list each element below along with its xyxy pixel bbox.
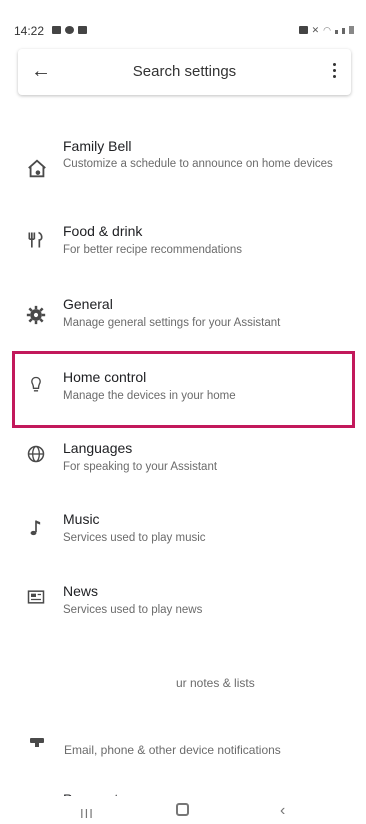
search-bar[interactable]: ← Search settings xyxy=(18,49,351,95)
list-item-music[interactable]: Music Services used to play music xyxy=(0,509,366,573)
status-bar: 14:22 ✕ ◠ xyxy=(0,0,366,40)
gear-icon xyxy=(26,305,52,331)
highlight-box xyxy=(12,351,355,428)
cut-off-row xyxy=(66,95,306,101)
fork-knife-icon xyxy=(26,230,52,256)
home-button-icon[interactable] xyxy=(176,803,189,816)
more-options-icon[interactable] xyxy=(323,60,345,82)
message-icon xyxy=(78,26,87,34)
item-title: News xyxy=(63,583,99,599)
notification-icon-stem xyxy=(35,743,39,747)
list-item-languages[interactable]: Languages For speaking to your Assistant xyxy=(0,438,366,502)
back-nav-icon[interactable]: ‹ xyxy=(280,802,285,820)
list-item-family-bell[interactable]: Family Bell Customize a schedule to anno… xyxy=(0,134,366,198)
list-item-food-drink[interactable]: Food & drink For better recipe recommend… xyxy=(0,220,366,284)
search-input[interactable]: Search settings xyxy=(18,63,351,80)
item-subtitle: Customize a schedule to announce on home… xyxy=(63,158,333,170)
notes-lists-partial-label: ur notes & lists xyxy=(176,676,255,690)
item-title: Family Bell xyxy=(63,138,132,154)
gallery-icon xyxy=(52,26,61,34)
status-time: 14:22 xyxy=(14,24,45,38)
globe-icon xyxy=(26,444,52,470)
item-title: Music xyxy=(63,511,100,527)
list-item-news[interactable]: News Services used to play news xyxy=(0,581,366,645)
item-subtitle: Services used to play music xyxy=(63,532,206,544)
status-notification-icons xyxy=(52,26,87,34)
vibrate-icon xyxy=(298,26,308,34)
item-subtitle: For better recipe recommendations xyxy=(63,244,242,256)
item-subtitle: Services used to play news xyxy=(63,604,203,616)
home-bell-icon xyxy=(26,158,52,184)
item-subtitle: For speaking to your Assistant xyxy=(63,461,218,473)
news-icon xyxy=(26,587,52,613)
item-subtitle: Manage general settings for your Assista… xyxy=(63,317,281,329)
list-item-general[interactable]: General Manage general settings for your… xyxy=(0,293,366,357)
item-title: Languages xyxy=(63,440,133,456)
cut-off-item-title: Payments xyxy=(63,789,125,796)
music-note-icon xyxy=(26,517,52,543)
wifi-icon: ◠ xyxy=(323,25,331,35)
signal-bar-icon xyxy=(342,28,345,34)
item-title: General xyxy=(63,296,113,312)
item-title: Food & drink xyxy=(63,223,143,239)
status-system-icons: ✕ ◠ xyxy=(298,25,354,35)
signal-icon xyxy=(335,30,338,34)
navigation-bar: III ‹ xyxy=(0,800,366,824)
mute-icon: ✕ xyxy=(311,25,320,35)
notifications-subtitle: Email, phone & other device notification… xyxy=(64,743,281,757)
battery-icon xyxy=(349,26,354,34)
app-notification-icon xyxy=(65,26,74,34)
recent-apps-icon[interactable]: III xyxy=(80,806,94,821)
